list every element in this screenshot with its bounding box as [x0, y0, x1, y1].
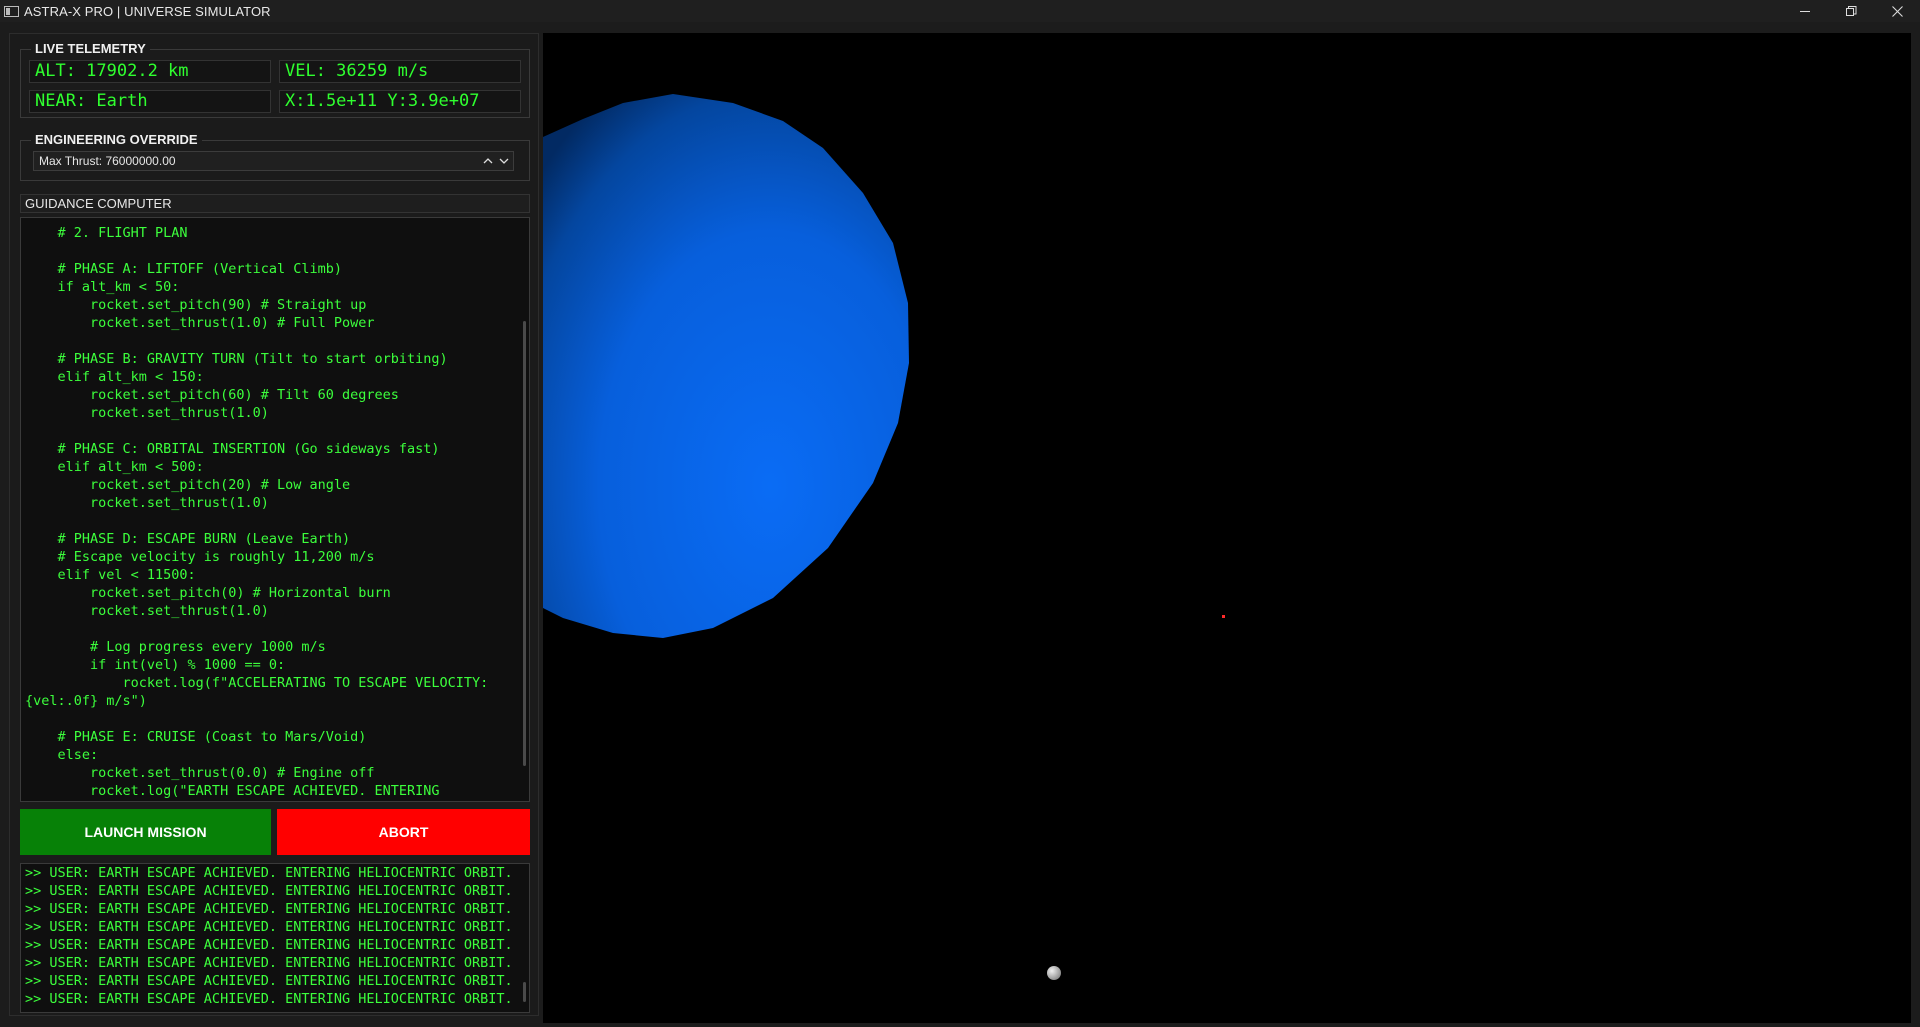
- simulation-viewport[interactable]: [543, 33, 1911, 1023]
- altitude-readout: ALT: 17902.2 km: [29, 60, 271, 83]
- log-line: >> USER: EARTH ESCAPE ACHIEVED. ENTERING…: [25, 973, 513, 989]
- restore-icon: [1845, 5, 1856, 16]
- control-panel: LIVE TELEMETRY ALT: 17902.2 km VEL: 3625…: [9, 33, 539, 1016]
- spinbox-arrows: [483, 152, 509, 170]
- rocket-marker: [1222, 615, 1225, 618]
- window-title: ASTRA-X PRO | UNIVERSE SIMULATOR: [24, 3, 271, 19]
- earth-planet: [543, 94, 909, 638]
- log-line: >> USER: EARTH ESCAPE ACHIEVED. ENTERING…: [25, 955, 513, 971]
- nearest-body-readout: NEAR: Earth: [29, 90, 271, 113]
- title-bar: ASTRA-X PRO | UNIVERSE SIMULATOR: [0, 0, 1920, 22]
- engineering-title: ENGINEERING OVERRIDE: [35, 132, 198, 147]
- scene-canvas: [543, 94, 1225, 980]
- minimize-icon: [1799, 10, 1810, 12]
- telemetry-group: LIVE TELEMETRY ALT: 17902.2 km VEL: 3625…: [20, 42, 530, 118]
- code-scrollbar[interactable]: [523, 321, 526, 766]
- chevron-down-icon[interactable]: [499, 157, 509, 165]
- minimize-button[interactable]: [1782, 0, 1828, 22]
- max-thrust-spinbox[interactable]: Max Thrust: 76000000.00: [33, 151, 514, 171]
- app-icon: [4, 5, 19, 17]
- console-scrollbar[interactable]: [523, 982, 526, 1002]
- close-icon: [1891, 5, 1903, 17]
- guidance-code-editor[interactable]: # 2. FLIGHT PLAN # PHASE A: LIFTOFF (Ver…: [20, 217, 530, 802]
- log-line: >> USER: EARTH ESCAPE ACHIEVED. ENTERING…: [25, 883, 513, 899]
- chevron-up-icon[interactable]: [483, 157, 493, 165]
- log-line: >> USER: EARTH ESCAPE ACHIEVED. ENTERING…: [25, 937, 513, 953]
- log-line: >> USER: EARTH ESCAPE ACHIEVED. ENTERING…: [25, 901, 513, 917]
- engineering-group: ENGINEERING OVERRIDE Max Thrust: 7600000…: [20, 133, 530, 181]
- abort-button[interactable]: ABORT: [277, 809, 530, 855]
- log-line: >> USER: EARTH ESCAPE ACHIEVED. ENTERING…: [25, 919, 513, 935]
- launch-mission-button[interactable]: LAUNCH MISSION: [20, 809, 271, 855]
- telemetry-title: LIVE TELEMETRY: [35, 41, 146, 56]
- moon: [1047, 966, 1061, 980]
- position-readout: X:1.5e+11 Y:3.9e+07: [279, 90, 521, 113]
- velocity-readout: VEL: 36259 m/s: [279, 60, 521, 83]
- code-text[interactable]: # 2. FLIGHT PLAN # PHASE A: LIFTOFF (Ver…: [25, 224, 488, 800]
- close-button[interactable]: [1874, 0, 1920, 22]
- window-controls: [1782, 0, 1920, 22]
- restore-button[interactable]: [1828, 0, 1874, 22]
- mission-log-console[interactable]: >> USER: EARTH ESCAPE ACHIEVED. ENTERING…: [20, 863, 530, 1013]
- max-thrust-value: Max Thrust: 76000000.00: [39, 154, 176, 168]
- guidance-computer-label: GUIDANCE COMPUTER: [20, 194, 530, 213]
- log-line: >> USER: EARTH ESCAPE ACHIEVED. ENTERING…: [25, 865, 513, 881]
- log-line: >> USER: EARTH ESCAPE ACHIEVED. ENTERING…: [25, 991, 513, 1007]
